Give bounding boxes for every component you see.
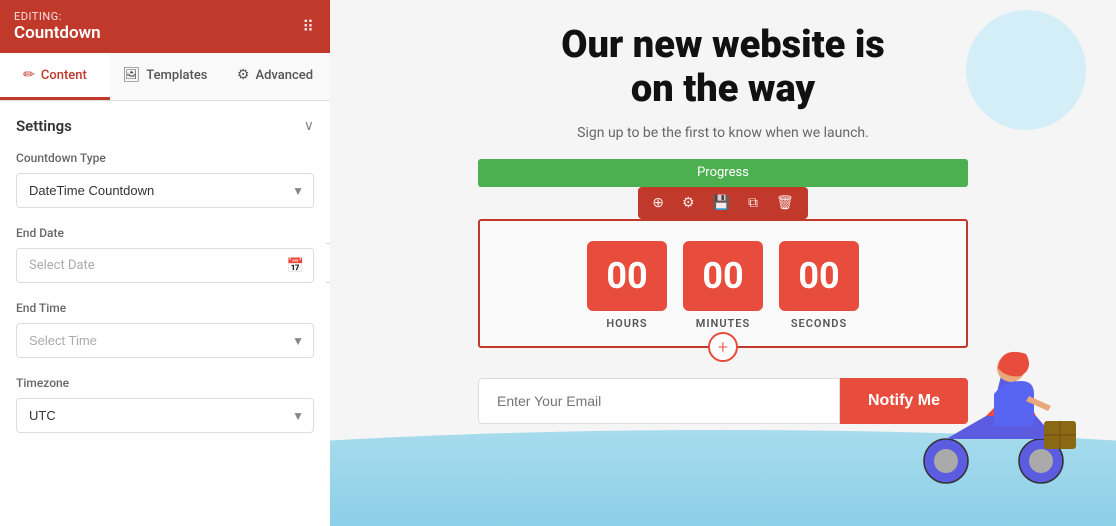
- panel-body: Settings ∨ Countdown Type DateTime Count…: [0, 101, 330, 526]
- right-panel: Our new website is on the way Sign up to…: [330, 0, 1116, 526]
- toolbar-save-btn[interactable]: 💾: [709, 193, 734, 213]
- end-time-field: End Time Select Time 12:00 AM 6:00 AM 12…: [16, 301, 314, 358]
- seconds-label: SECONDS: [791, 317, 847, 330]
- left-panel: EDITING: Countdown ⠿ ✏ Content 🖼 Templat…: [0, 0, 330, 526]
- dots-icon[interactable]: ⠿: [302, 17, 316, 36]
- countdown-type-wrapper: DateTime Countdown Evergreen Countdown ▼: [16, 173, 314, 208]
- countdown-type-select[interactable]: DateTime Countdown Evergreen Countdown: [16, 173, 314, 208]
- toolbar-move-btn[interactable]: ⊕: [648, 193, 668, 213]
- countdown-type-label: Countdown Type: [16, 151, 314, 165]
- hours-value: 00: [587, 241, 667, 311]
- tab-advanced[interactable]: ⚙ Advanced: [220, 53, 330, 100]
- collapse-handle[interactable]: ‹: [326, 243, 330, 283]
- hours-label: HOURS: [606, 317, 647, 330]
- hero-title: Our new website is on the way: [561, 24, 885, 111]
- timezone-select[interactable]: UTC GMT EST PST: [16, 398, 314, 433]
- settings-section-header: Settings ∨: [16, 117, 314, 135]
- countdown-widget[interactable]: 00 HOURS 00 MINUTES 00 SECONDS +: [478, 219, 968, 348]
- countdown-type-field: Countdown Type DateTime Countdown Evergr…: [16, 151, 314, 208]
- countdown-hours: 00 HOURS: [587, 241, 667, 330]
- section-title: Settings: [16, 117, 72, 135]
- add-section-btn[interactable]: +: [708, 332, 738, 362]
- email-input[interactable]: [478, 378, 840, 424]
- end-date-input[interactable]: Select Date: [16, 248, 314, 283]
- end-time-label: End Time: [16, 301, 314, 315]
- minutes-value: 00: [683, 241, 763, 311]
- panel-title: Countdown: [14, 23, 101, 43]
- end-time-select[interactable]: Select Time 12:00 AM 6:00 AM 12:00 PM 6:…: [16, 323, 314, 358]
- countdown-minutes: 00 MINUTES: [683, 241, 763, 330]
- toolbar-row: ⊕ ⚙ 💾 ⧉ 🗑: [638, 187, 808, 219]
- content-icon: ✏: [23, 67, 35, 83]
- panel-header: EDITING: Countdown ⠿: [0, 0, 330, 53]
- hero-subtitle: Sign up to be the first to know when we …: [577, 125, 869, 141]
- timezone-label: Timezone: [16, 376, 314, 390]
- tab-templates[interactable]: 🖼 Templates: [110, 53, 220, 100]
- seconds-value: 00: [779, 241, 859, 311]
- end-date-wrapper: Select Date 📅: [16, 248, 314, 283]
- tab-content[interactable]: ✏ Content: [0, 53, 110, 100]
- templates-icon: 🖼: [123, 67, 141, 83]
- end-date-field: End Date Select Date 📅: [16, 226, 314, 283]
- progress-bar[interactable]: Progress: [478, 159, 968, 187]
- toolbar-settings-btn[interactable]: ⚙: [678, 193, 699, 213]
- toolbar-delete-btn[interactable]: 🗑: [772, 193, 798, 213]
- illustration: [896, 326, 1096, 486]
- section-chevron-icon[interactable]: ∨: [304, 118, 314, 134]
- advanced-icon: ⚙: [237, 67, 250, 83]
- countdown-seconds: 00 SECONDS: [779, 241, 859, 330]
- progress-label: Progress: [478, 159, 968, 187]
- minutes-label: MINUTES: [696, 317, 750, 330]
- timezone-wrapper: UTC GMT EST PST ▼: [16, 398, 314, 433]
- tab-advanced-label: Advanced: [255, 68, 313, 83]
- end-time-wrapper: Select Time 12:00 AM 6:00 AM 12:00 PM 6:…: [16, 323, 314, 358]
- date-placeholder: Select Date: [29, 258, 95, 273]
- timezone-field: Timezone UTC GMT EST PST ▼: [16, 376, 314, 433]
- tab-content-label: Content: [41, 68, 87, 83]
- tab-templates-label: Templates: [146, 68, 207, 83]
- end-date-label: End Date: [16, 226, 314, 240]
- widget-toolbar: ⊕ ⚙ 💾 ⧉ 🗑: [638, 187, 808, 219]
- editing-label: EDITING:: [14, 10, 101, 23]
- panel-tabs: ✏ Content 🖼 Templates ⚙ Advanced: [0, 53, 330, 101]
- toolbar-copy-btn[interactable]: ⧉: [744, 193, 762, 213]
- bg-circle: [966, 10, 1086, 130]
